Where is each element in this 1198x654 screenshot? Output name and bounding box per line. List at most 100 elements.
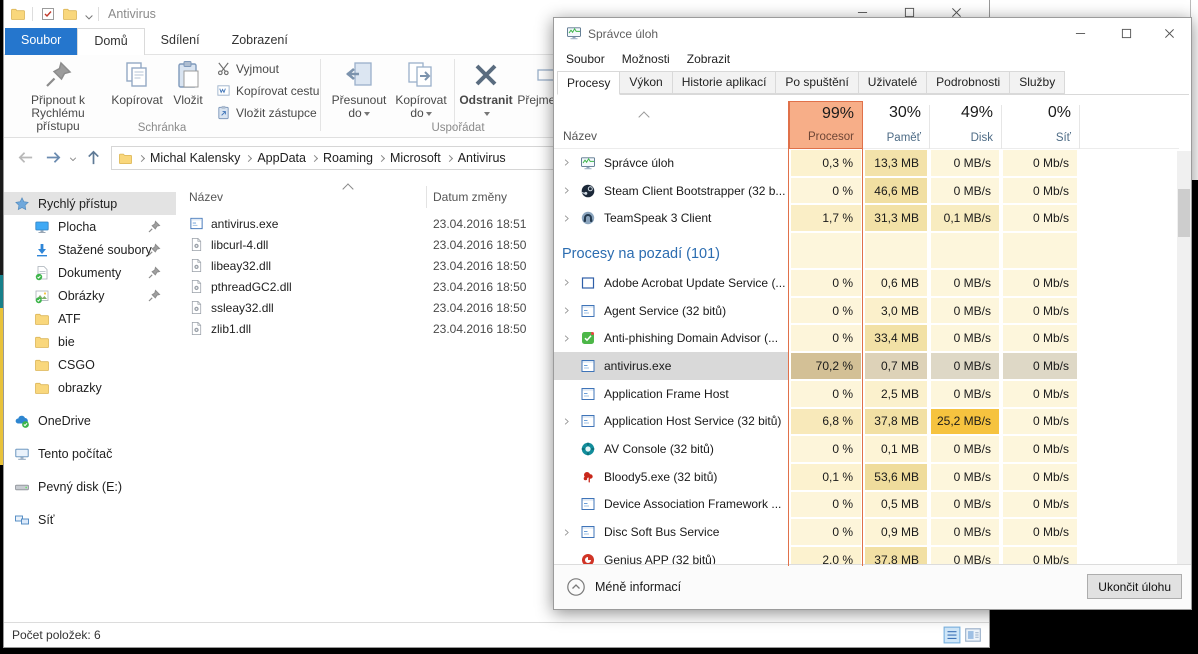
breadcrumb-segment[interactable]: AppData (257, 151, 306, 165)
column-header-network[interactable]: 0% Síť (1001, 101, 1079, 149)
expand-chevron-icon[interactable] (562, 186, 571, 195)
breadcrumb-segment[interactable]: Antivirus (458, 151, 506, 165)
process-name: Bloody5.exe (32 bitů) (554, 463, 789, 491)
copy-button[interactable]: Kopírovat (108, 57, 166, 107)
expand-chevron-icon[interactable] (562, 528, 571, 537)
tab-soubor[interactable]: Soubor (5, 28, 77, 55)
cell-net: 0 Mb/s (1001, 491, 1079, 519)
tab-podrobnosti[interactable]: Podrobnosti (926, 71, 1010, 94)
breadcrumb-segment[interactable]: Michal Kalensky (150, 151, 240, 165)
column-header-date[interactable]: Datum změny (433, 190, 507, 204)
move-to-button[interactable]: Přesunout do (328, 57, 390, 120)
expand-chevron-icon[interactable] (562, 306, 571, 315)
forward-icon[interactable] (44, 148, 63, 167)
expand-chevron-icon[interactable] (562, 334, 571, 343)
copy-path-button[interactable]: Kopírovat cestu (216, 83, 319, 98)
process-row[interactable]: Steam Client Bootstrapper (32 b...0 %46,… (554, 177, 1179, 205)
sidebar-item-rychl-p-stup[interactable]: Rychlý přístup (4, 192, 176, 215)
menu-item-zobrazit[interactable]: Zobrazit (687, 52, 730, 66)
process-name-label: Application Host Service (32 bitů) (604, 414, 781, 428)
details-view-icon[interactable] (943, 626, 961, 644)
cell-disk: 0 MB/s (929, 269, 1001, 297)
expand-chevron-icon[interactable] (562, 417, 571, 426)
tab-slu-by[interactable]: Služby (1009, 71, 1065, 94)
column-header-cpu[interactable]: 99% Procesor (789, 101, 863, 149)
column-header-memory[interactable]: 30% Paměť (863, 101, 929, 149)
maximize-button[interactable] (1104, 21, 1148, 45)
cell-disk: 25,2 MB/s (929, 408, 1001, 436)
paste-button[interactable]: Vložit (166, 57, 210, 107)
sidebar-item-atf[interactable]: ATF (4, 307, 176, 330)
tab-procesy[interactable]: Procesy (557, 71, 620, 95)
process-row[interactable]: Anti-phishing Domain Advisor (...0 %33,4… (554, 324, 1179, 352)
process-row[interactable]: Application Host Service (32 bitů)6,8 %3… (554, 408, 1179, 436)
sidebar-item-s-[interactable]: Síť (4, 508, 176, 531)
cut-button[interactable]: Vyjmout (216, 61, 279, 76)
column-header-disk[interactable]: 49% Disk (929, 101, 1001, 149)
tab-historie-aplikac-[interactable]: Historie aplikací (672, 71, 777, 94)
scrollbar-thumb[interactable] (1178, 189, 1190, 237)
cell-mem: 0,5 MB (863, 491, 929, 519)
minimize-button[interactable] (1058, 21, 1102, 45)
copy-to-button[interactable]: Kopírovat do (390, 57, 452, 120)
thumbnail-view-icon[interactable] (964, 626, 982, 644)
delete-button[interactable]: Odstranit (456, 57, 516, 120)
process-row[interactable]: Genius APP (32 bitů)2,0 %37,8 MB0 MB/s0 … (554, 546, 1179, 566)
expand-chevron-icon[interactable] (562, 158, 571, 167)
sidebar-item-csgo[interactable]: CSGO (4, 353, 176, 376)
tab-domu[interactable]: Domů (77, 28, 144, 55)
process-row[interactable]: Device Association Framework ...0 %0,5 M… (554, 491, 1179, 519)
menu-item-soubor[interactable]: Soubor (566, 52, 605, 66)
cell-mem: 53,6 MB (863, 463, 929, 491)
end-task-button[interactable]: Ukončit úlohu (1087, 574, 1182, 599)
column-header-name[interactable]: Název (563, 129, 597, 143)
dll-file-icon (189, 300, 204, 315)
paste-shortcut-button[interactable]: Vložit zástupce (216, 105, 317, 120)
up-icon[interactable] (84, 148, 103, 167)
breadcrumb-segment[interactable]: Roaming (323, 151, 373, 165)
sidebar-item-bie[interactable]: bie (4, 330, 176, 353)
tab-po-spu-t-n-[interactable]: Po spuštění (775, 71, 858, 94)
cell-net: 0 Mb/s (1001, 149, 1079, 177)
sidebar-item-tento-po-ta-[interactable]: Tento počítač (4, 442, 176, 465)
cell-value (865, 233, 927, 268)
expand-chevron-icon[interactable] (562, 278, 571, 287)
column-header-name[interactable]: Název (189, 190, 223, 204)
sidebar-item-sta-en-soubory[interactable]: Stažené soubory (4, 238, 176, 261)
back-icon[interactable] (16, 148, 35, 167)
sidebar-item-dokumenty[interactable]: Dokumenty (4, 261, 176, 284)
new-folder-icon[interactable] (62, 6, 78, 22)
process-row[interactable]: Application Frame Host0 %2,5 MB0 MB/s0 M… (554, 380, 1179, 408)
tab-v-kon[interactable]: Výkon (619, 71, 672, 94)
process-row[interactable]: Agent Service (32 bitů)0 %3,0 MB0 MB/s0 … (554, 297, 1179, 325)
tab-zobrazeni[interactable]: Zobrazení (216, 28, 304, 55)
sidebar-item-plocha[interactable]: Plocha (4, 215, 176, 238)
tab-sdileni[interactable]: Sdílení (145, 28, 216, 55)
menu-item-mo-nosti[interactable]: Možnosti (622, 52, 670, 66)
history-dropdown-icon[interactable] (68, 154, 78, 164)
cell-mem: 3,0 MB (863, 297, 929, 325)
breadcrumb-separator-icon (138, 154, 145, 161)
sidebar-item-obrazky[interactable]: obrazky (4, 376, 176, 399)
sidebar-item-obr-zky[interactable]: Obrázky (4, 284, 176, 307)
process-row[interactable]: Bloody5.exe (32 bitů)0,1 %53,6 MB0 MB/s0… (554, 463, 1179, 491)
process-row[interactable]: AV Console (32 bitů)0 %0,1 MB0 MB/s0 Mb/… (554, 435, 1179, 463)
scrollbar[interactable] (1177, 151, 1191, 566)
expand-chevron-icon[interactable] (562, 214, 571, 223)
process-row[interactable]: Správce úloh0,3 %13,3 MB0 MB/s0 Mb/s (554, 149, 1179, 177)
less-info-toggle[interactable]: Méně informací (566, 577, 681, 597)
sidebar-item-onedrive[interactable]: OneDrive (4, 409, 176, 432)
properties-icon[interactable] (40, 6, 56, 22)
close-button[interactable] (1147, 21, 1191, 45)
window-title: Antivirus (108, 7, 156, 21)
tab-u-ivatel-[interactable]: Uživatelé (858, 71, 927, 94)
process-row[interactable]: Adobe Acrobat Update Service (...0 %0,6 … (554, 269, 1179, 297)
process-row[interactable]: Disc Soft Bus Service0 %0,9 MB0 MB/s0 Mb… (554, 518, 1179, 546)
cell-cpu: 1,7 % (789, 204, 863, 232)
maximize-icon (904, 7, 915, 18)
sidebar-item-pevn-disk-e-[interactable]: Pevný disk (E:) (4, 475, 176, 498)
process-row[interactable]: antivirus.exe70,2 %0,7 MB0 MB/s0 Mb/s (554, 352, 1179, 380)
qat-customize-icon[interactable] (83, 9, 95, 25)
process-row[interactable]: TeamSpeak 3 Client1,7 %31,3 MB0,1 MB/s0 … (554, 204, 1179, 232)
breadcrumb-segment[interactable]: Microsoft (390, 151, 441, 165)
